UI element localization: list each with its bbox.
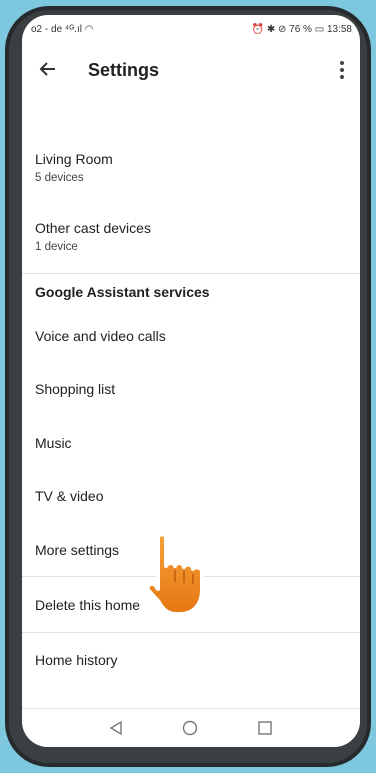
page-title: Settings [88,60,160,80]
pointing-hand-icon [144,530,214,624]
item-title: Home history [35,652,118,668]
status-left: o2 - de ⁴ᴳ.ıl ◠ [31,24,93,35]
item-title: Other cast devices [35,220,151,236]
item-title: Shopping list [35,381,116,397]
battery-icon: ▭ [314,24,325,35]
list-item-music[interactable]: Music [22,428,360,468]
arrow-left-icon[interactable] [36,57,60,81]
wifi-icon: ◠ [84,24,94,35]
item-title: TV & video [35,488,104,504]
list-item-other-cast-devices[interactable]: Other cast devices 1 device [22,212,360,262]
battery-percent: 76 % [289,24,312,35]
app-bar: Settings [22,41,360,101]
bluetooth-icon: ✱ [266,24,276,35]
item-title: More settings [35,542,120,558]
item-title: Voice and video calls [35,328,166,344]
status-bar: o2 - de ⁴ᴳ.ıl ◠ ⏰ ✱ ⊘ 76 % ▭ 13:58 [22,15,360,41]
section-header: Google Assistant services [35,284,210,300]
status-right: ⏰ ✱ ⊘ 76 % ▭ 13:58 [252,24,352,35]
item-title: Living Room [35,151,113,167]
divider [22,273,360,274]
carrier-label: o2 - de [31,24,63,35]
item-title: Music [35,435,72,451]
item-title: Delete this home [35,597,141,613]
mute-icon: ⊘ [277,24,287,35]
screen: o2 - de ⁴ᴳ.ıl ◠ ⏰ ✱ ⊘ 76 % ▭ 13:58 Setti… [22,15,360,747]
system-nav-bar [22,708,360,747]
item-subtitle: 5 devices [35,172,84,184]
list-item-shopping-list[interactable]: Shopping list [22,374,360,414]
list-item-living-room[interactable]: Living Room 5 devices [22,143,360,193]
recents-square-icon[interactable] [256,719,274,737]
item-subtitle: 1 device [35,241,78,253]
divider [22,632,360,633]
more-vert-icon[interactable] [332,59,352,81]
clock: 13:58 [326,24,352,35]
back-triangle-icon[interactable] [107,719,125,737]
list-item-home-history[interactable]: Home history [22,642,360,682]
alarm-icon: ⏰ [251,24,265,35]
list-item-voice-video-calls[interactable]: Voice and video calls [22,321,360,361]
signal-icon: ⁴ᴳ.ıl [64,24,82,35]
list-item-tv-video[interactable]: TV & video [22,481,360,521]
home-circle-icon[interactable] [181,719,199,737]
